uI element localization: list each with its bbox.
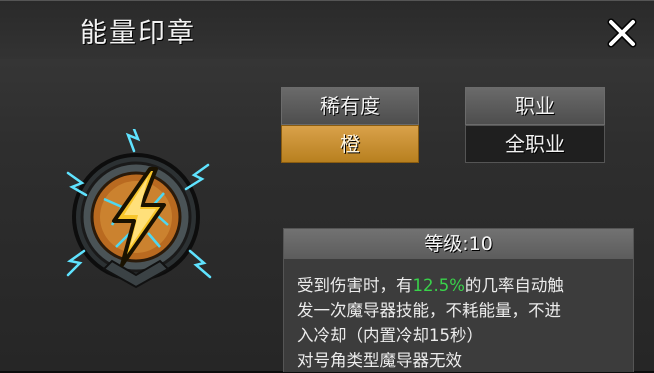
window-title: 能量印章	[80, 18, 196, 49]
level-bar: 等级:10	[284, 229, 633, 259]
desc-line-3: 入冷却（内置冷却15秒）	[297, 326, 483, 345]
item-detail-panel: 能量印章 稀有度 橙 职业 全职业 等级:10 受到伤害时，有12.5%的几率自…	[0, 0, 654, 372]
desc-line-2: 发一次魔导器技能，不耗能量，不进	[297, 301, 561, 320]
rarity-header: 稀有度	[281, 87, 419, 125]
item-icon	[64, 127, 214, 299]
desc-line-1: 受到伤害时，有12.5%的几率自动触	[297, 273, 627, 298]
close-icon	[607, 18, 637, 48]
lightning-seal-icon	[66, 127, 212, 289]
rarity-value: 橙	[281, 125, 419, 163]
close-button[interactable]	[606, 17, 638, 49]
desc-line-1-a: 受到伤害时，有	[297, 276, 413, 295]
class-header: 职业	[465, 87, 605, 125]
desc-line-1-b: 的几率自动触	[464, 276, 564, 295]
title-bar: 能量印章	[0, 1, 654, 59]
proc-chance-value: 12.5%	[412, 276, 465, 295]
desc-line-4: 对号角类型魔导器无效	[297, 351, 462, 370]
effect-description: 受到伤害时，有12.5%的几率自动触 发一次魔导器技能，不耗能量，不进 入冷却（…	[297, 273, 627, 373]
details-box: 等级:10 受到伤害时，有12.5%的几率自动触 发一次魔导器技能，不耗能量，不…	[283, 228, 634, 372]
class-value: 全职业	[465, 125, 605, 163]
